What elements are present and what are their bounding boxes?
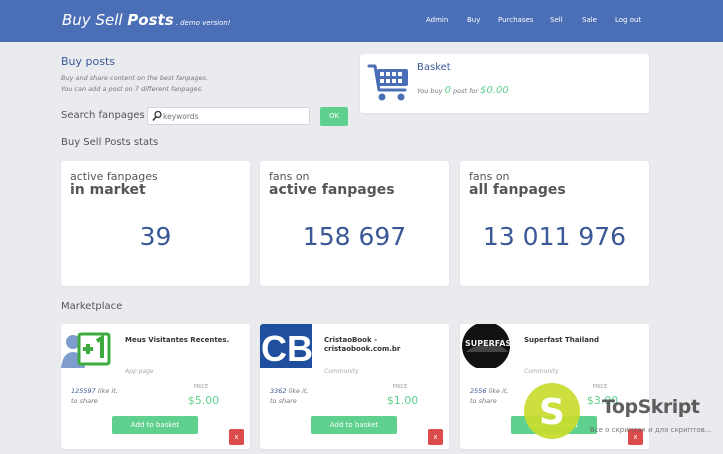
price-label: PRICE (392, 384, 408, 390)
share-text: to share (470, 397, 497, 405)
svg-text:CB: CB (261, 328, 312, 368)
basket-amount: $0.00 (480, 85, 509, 96)
card-category: App page (125, 368, 154, 375)
stat-label-line2: all fanpages (469, 182, 566, 198)
marketplace-card: CB CristaoBook - cristaobook.com.br Comm… (260, 324, 449, 449)
stat-card-fans-active: fans on active fanpages 158 697 (260, 161, 449, 286)
nav-sale[interactable]: Sale (582, 16, 597, 24)
search-icon (152, 110, 162, 121)
nav-admin[interactable]: Admin (426, 16, 448, 24)
stat-label-line2: in market (70, 182, 146, 198)
likes-suffix: like it, (95, 387, 118, 395)
card-category: Community (524, 368, 559, 375)
card-name[interactable]: Meus Visitantes Recentes. (125, 336, 243, 345)
stat-value: 13 011 976 (482, 222, 627, 251)
likes-count: 2556 (470, 387, 487, 395)
basket-title: Basket (417, 62, 451, 73)
watermark-name: TopSkript (602, 396, 700, 418)
card-likes: 125597 like it, to share (71, 386, 118, 406)
search-ok-button[interactable]: OK (320, 107, 348, 126)
card-likes: 3362 like it, to share (270, 386, 308, 406)
share-text: to share (71, 397, 98, 405)
watermark-tagline: Все о скриптах и для скриптов... (590, 426, 712, 434)
basket-panel: Basket You buy 0 post for $0.00 (360, 54, 649, 113)
superfast-car-photo[interactable]: SUPERFAST (460, 324, 512, 368)
nav-purchases[interactable]: Purchases (498, 16, 533, 24)
brand-main-text: Buy Sell (62, 11, 128, 29)
stat-card-fans-all: fans on all fanpages 13 011 976 (460, 161, 649, 286)
intro-text: Buy and share content on the best fanpag… (61, 73, 208, 95)
shopping-cart-icon[interactable] (367, 60, 411, 104)
nav-buy[interactable]: Buy (467, 16, 480, 24)
basket-prefix: You buy (417, 87, 445, 95)
likes-suffix: like it, (286, 387, 309, 395)
svg-text:S: S (539, 392, 565, 433)
likes-count: 125597 (71, 387, 96, 395)
intro-line-2: You can add a post on 7 different fanpag… (61, 85, 204, 93)
price-label: PRICE (193, 384, 209, 390)
card-price: $5.00 (187, 394, 220, 407)
likes-suffix: like it, (486, 387, 509, 395)
card-price: $1.00 (386, 394, 419, 407)
likes-count: 3362 (270, 387, 287, 395)
nav-logout[interactable]: Log out (615, 16, 641, 24)
add-to-basket-button[interactable]: Add to basket (311, 416, 397, 434)
brand-demo-text: . demo version! (175, 19, 231, 27)
brand-bold-text: Posts (127, 11, 174, 29)
card-category: Community (324, 368, 359, 375)
stat-value: 158 697 (302, 222, 407, 251)
stat-card-active-fanpages: active fanpages in market 39 (61, 161, 250, 286)
card-name[interactable]: Superfast Thailand (524, 336, 642, 345)
search-input[interactable] (163, 110, 303, 123)
cb-logo[interactable]: CB (260, 324, 312, 368)
brand-logo[interactable]: Buy Sell Posts. demo version! (62, 11, 231, 29)
marketplace-title: Marketplace (61, 301, 123, 312)
remove-button[interactable]: x (428, 429, 443, 445)
topskript-watermark: S TopSkript Все о скриптах и для скрипто… (520, 382, 720, 440)
stat-value: 39 (139, 222, 172, 251)
search-field[interactable] (147, 107, 310, 125)
nav-sell[interactable]: Sell (550, 16, 563, 24)
remove-button[interactable]: x (229, 429, 244, 445)
svg-text:SUPERFAST: SUPERFAST (465, 339, 512, 348)
topskript-logo-icon: S (524, 383, 580, 439)
share-text: to share (270, 397, 297, 405)
stat-label-line2: active fanpages (269, 182, 395, 198)
add-to-basket-button[interactable]: Add to basket (112, 416, 198, 434)
plus-one-icon[interactable] (61, 324, 113, 368)
page-title: Buy posts (61, 55, 116, 68)
basket-summary: You buy 0 post for $0.00 (417, 85, 509, 96)
card-name[interactable]: CristaoBook - cristaobook.com.br (324, 336, 442, 354)
stats-title: Buy Sell Posts stats (61, 137, 159, 148)
search-label: Search fanpages (61, 110, 145, 121)
top-navbar: Buy Sell Posts. demo version! Admin Buy … (0, 0, 723, 42)
intro-line-1: Buy and share content on the best fanpag… (61, 74, 209, 82)
marketplace-card: Meus Visitantes Recentes. App page 12559… (61, 324, 250, 449)
card-likes: 2556 like it, to share (470, 386, 508, 406)
basket-middle: post for (450, 87, 481, 95)
